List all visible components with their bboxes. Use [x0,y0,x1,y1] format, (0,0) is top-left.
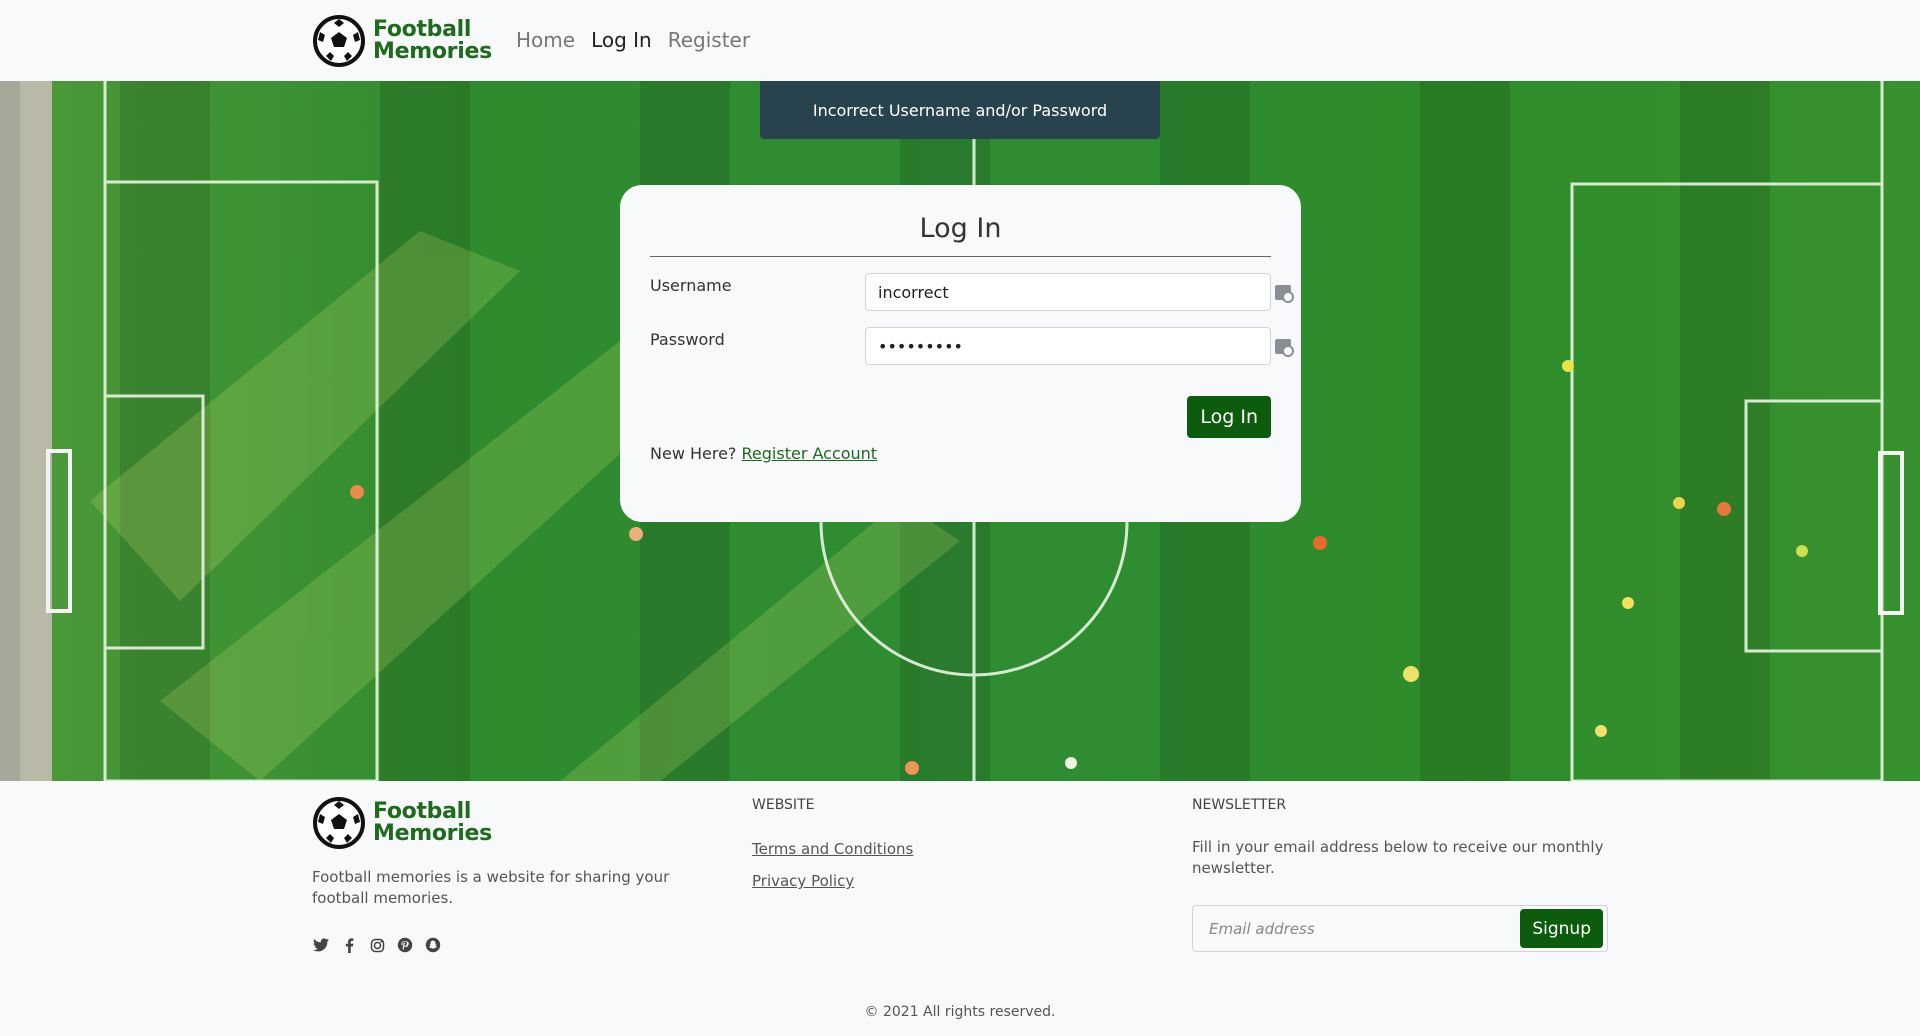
soccer-ball-icon [313,15,365,67]
brand-name: Football Memories [373,19,492,63]
brand-line-2: Memories [373,39,492,64]
facebook-icon[interactable] [340,936,358,954]
username-input[interactable] [865,273,1271,311]
newsletter-form: Signup [1192,905,1608,952]
password-label: Password [650,330,725,349]
username-row: Username [650,273,1294,327]
newsletter-heading: NEWSLETTER [1192,797,1287,813]
nav-link-home[interactable]: Home [516,28,575,52]
error-alert: Incorrect Username and/or Password [760,81,1160,139]
password-input[interactable] [865,327,1271,365]
footer-brand-name: Football Memories [373,801,492,845]
soccer-ball-icon [313,797,365,849]
website-heading: WEBSITE [752,797,815,813]
autofill-icon[interactable] [1275,285,1294,303]
terms-link[interactable]: Terms and Conditions [752,840,913,858]
login-card: Log In Username Password Log In New Here… [620,185,1301,522]
password-row: Password [650,327,1294,381]
nav-link-login[interactable]: Log In [591,28,652,52]
new-here-text: New Here? [650,444,737,463]
instagram-icon[interactable] [368,936,386,954]
brand-line-1: Football [373,799,472,824]
newsletter-text: Fill in your email address below to rece… [1192,838,1604,877]
social-links [312,936,442,954]
autofill-icon[interactable] [1275,339,1294,357]
brand-line-1: Football [373,17,472,42]
footer-description: Football memories is a website for shari… [312,868,670,907]
navbar: Football Memories Home Log In Register [0,0,1920,81]
signup-button[interactable]: Signup [1520,909,1603,948]
username-label: Username [650,276,732,295]
footer: Football Memories Football memories is a… [0,781,1920,1036]
copyright: © 2021 All rights reserved. [864,1004,1056,1020]
nav-links: Home Log In Register [516,28,750,52]
pinterest-icon[interactable] [396,936,414,954]
brand-logo[interactable]: Football Memories [313,15,492,67]
footer-brand-logo[interactable]: Football Memories [313,797,492,849]
twitter-icon[interactable] [312,936,330,954]
register-prompt: New Here? Register Account [650,444,877,463]
nav-link-register[interactable]: Register [668,28,750,52]
brand-line-2: Memories [373,821,492,846]
login-button[interactable]: Log In [1187,396,1271,438]
privacy-link[interactable]: Privacy Policy [752,872,854,890]
login-title: Log In [650,213,1271,257]
email-input[interactable] [1193,906,1513,951]
register-account-link[interactable]: Register Account [742,444,878,463]
snapchat-icon[interactable] [424,936,442,954]
